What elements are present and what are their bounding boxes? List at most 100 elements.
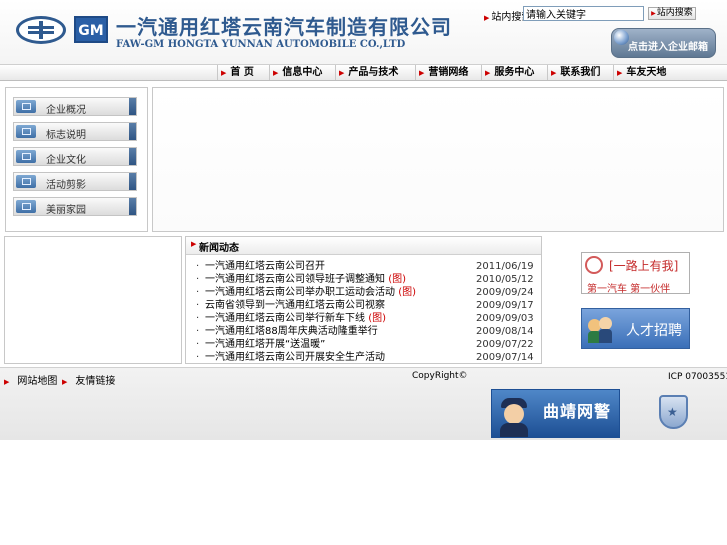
news-item[interactable]: · 云南省领导到一汽通用红塔云南公司视察 2009/09/17 [196, 299, 536, 312]
arrow-right-icon: ▶ [221, 69, 227, 77]
road-promo-banner[interactable]: [一路上有我] 第一汽车 第一伙伴 [581, 252, 690, 295]
footer-link-sitemap[interactable]: ▶ 网站地图 [4, 372, 57, 387]
nav-item-contact[interactable]: ▶ 联系我们 [547, 65, 613, 80]
news-item[interactable]: · 一汽通用红塔开展“送温暖” 2009/07/22 [196, 338, 536, 351]
nav-item-sales-network[interactable]: ▶ 营销网络 [415, 65, 481, 80]
nav-item-info-center[interactable]: ▶ 信息中心 [269, 65, 335, 80]
gm-logo: GM [74, 16, 108, 43]
main-nav: ▶ 首 页 ▶ 信息中心 ▶ 产品与技术 ▶ 营销网络 ▶ 服务中心 ▶ 联系我们 ▶ 车友天… [0, 64, 727, 81]
faw-logo[interactable] [16, 16, 66, 44]
nav-label: 服务中心 [494, 67, 535, 78]
news-item-title[interactable]: 一汽通用红塔云南公司开展安全生产活动 [205, 352, 385, 363]
nav-label: 营销网络 [428, 67, 469, 78]
sidebar-item-company-profile[interactable]: 企业概况 [13, 97, 137, 116]
arrow-right-icon: ▶ [273, 69, 279, 77]
company-name-en: FAW-GM HONGTA YUNNAN AUTOMOBILE CO.,LTD [116, 39, 406, 50]
news-panel: ▶ 新闻动态 · 一汽通用红塔云南公司召开 2011/06/19 · 一汽通用红… [185, 236, 542, 364]
sidebar-item-label: 标志说明 [46, 130, 86, 141]
sidebar-item-cap [129, 198, 136, 215]
nav-label: 产品与技术 [348, 67, 399, 78]
sidebar-item-cap [129, 123, 136, 140]
email-button-label: 点击进入企业邮箱 [628, 42, 708, 53]
recruitment-label: 人才招聘 [626, 323, 682, 339]
recruitment-banner[interactable]: 人才招聘 [581, 308, 690, 349]
sidebar-item-cap [129, 98, 136, 115]
sidebar-item-cap [129, 173, 136, 190]
arrow-right-icon: ▶ [484, 14, 490, 22]
news-item-title[interactable]: 一汽通用红塔云南公司召开 [205, 261, 325, 272]
bullet-icon: · [196, 352, 200, 363]
home-icon [16, 200, 36, 213]
bullet-icon: · [196, 326, 200, 337]
sidebar-item-culture[interactable]: 企业文化 [13, 147, 137, 166]
bullet-icon: · [196, 313, 200, 324]
sidebar-item-logo-info[interactable]: 标志说明 [13, 122, 137, 141]
people-icon [588, 317, 614, 343]
news-item-date: 2009/08/14 [476, 326, 534, 337]
building-icon [16, 100, 36, 113]
news-item-date: 2009/07/22 [476, 339, 534, 350]
news-item-title[interactable]: 一汽通用红塔开展“送温暖” [205, 339, 325, 350]
arrow-right-icon: ▶ [485, 69, 491, 77]
cyber-police-banner[interactable]: 曲靖网警 [491, 389, 620, 438]
news-item-title[interactable]: 一汽通用红塔云南公司举行新车下线 [205, 313, 365, 324]
nav-item-products[interactable]: ▶ 产品与技术 [335, 65, 415, 80]
news-item-title[interactable]: 一汽通用红塔88周年庆典活动隆重举行 [205, 326, 378, 337]
footer-link-friends[interactable]: ▶ 友情链接 [62, 372, 115, 387]
page-header: GM 一汽通用红塔云南汽车制造有限公司 FAW-GM HONGTA YUNNAN… [0, 0, 727, 64]
search-input[interactable] [523, 6, 644, 21]
news-item-badge: (图) [388, 274, 406, 285]
arrow-right-icon: ▶ [191, 240, 197, 248]
news-header: ▶ 新闻动态 [186, 237, 541, 255]
nav-label: 信息中心 [282, 67, 323, 78]
sidebar: 企业概况 标志说明 企业文化 活动剪影 美丽家园 [5, 87, 148, 232]
sidebar-item-label: 美丽家园 [46, 205, 86, 216]
news-item-badge: (图) [398, 287, 416, 298]
news-item-title[interactable]: 一汽通用红塔云南公司举办职工运动会活动 [205, 287, 395, 298]
news-item-date: 2009/09/03 [476, 313, 534, 324]
bullet-icon: · [196, 274, 200, 285]
bullet-icon: · [196, 287, 200, 298]
search-button[interactable]: ▶站内搜索 [648, 7, 696, 20]
service-logo-icon [585, 256, 603, 274]
sidebar-item-home[interactable]: 美丽家园 [13, 197, 137, 216]
arrow-right-icon: ▶ [419, 69, 425, 77]
police-badge-icon[interactable]: ★ [659, 395, 688, 431]
bullet-icon: · [196, 300, 200, 311]
news-item-date: 2009/07/14 [476, 352, 534, 363]
sidebar-item-label: 企业文化 [46, 155, 86, 166]
chart-icon [16, 125, 36, 138]
news-item[interactable]: · 一汽通用红塔云南公司开展安全生产活动 2009/07/14 [196, 351, 536, 364]
news-title[interactable]: 新闻动态 [199, 239, 239, 254]
news-item[interactable]: · 一汽通用红塔云南公司举办职工运动会活动 (图) 2009/09/24 [196, 286, 536, 299]
enterprise-email-button[interactable]: 点击进入企业邮箱 [611, 28, 716, 58]
sidebar-item-cap [129, 148, 136, 165]
news-item[interactable]: · 一汽通用红塔云南公司举行新车下线 (图) 2009/09/03 [196, 312, 536, 325]
news-item[interactable]: · 一汽通用红塔云南公司召开 2011/06/19 [196, 260, 536, 273]
hero-banner [152, 87, 724, 232]
footer-link-label: 友情链接 [75, 376, 116, 387]
news-item-title[interactable]: 云南省领导到一汽通用红塔云南公司视察 [205, 300, 385, 311]
nav-item-home[interactable]: ▶ 首 页 [217, 65, 269, 80]
arrow-right-icon: ▶ [339, 69, 345, 77]
news-item-date: 2011/06/19 [476, 261, 534, 272]
nav-item-service-center[interactable]: ▶ 服务中心 [481, 65, 547, 80]
news-item-date: 2009/09/24 [476, 287, 534, 298]
arrow-right-icon: ▶ [617, 69, 623, 77]
sidebar-item-activities[interactable]: 活动剪影 [13, 172, 137, 191]
envelope-icon [16, 175, 36, 188]
company-name-cn: 一汽通用红塔云南汽车制造有限公司 [116, 15, 452, 39]
news-item-title[interactable]: 一汽通用红塔云南公司领导班子调整通知 [205, 274, 385, 285]
nav-item-car-friends[interactable]: ▶ 车友天地 [613, 65, 683, 80]
arrow-right-icon: ▶ [551, 69, 557, 77]
news-item-date: 2010/05/12 [476, 274, 534, 285]
road-promo-subtitle: 第一汽车 第一伙伴 [587, 284, 671, 295]
cyber-police-label: 曲靖网警 [543, 402, 612, 421]
arrow-right-icon: ▶ [4, 378, 10, 386]
search-button-label: 站内搜索 [656, 8, 693, 18]
news-item[interactable]: · 一汽通用红塔云南公司领导班子调整通知 (图) 2010/05/12 [196, 273, 536, 286]
left-panel [4, 236, 182, 364]
news-item[interactable]: · 一汽通用红塔88周年庆典活动隆重举行 2009/08/14 [196, 325, 536, 338]
icp-number[interactable]: ICP 07003551 [668, 372, 727, 382]
road-promo-title: [一路上有我] [609, 259, 679, 273]
